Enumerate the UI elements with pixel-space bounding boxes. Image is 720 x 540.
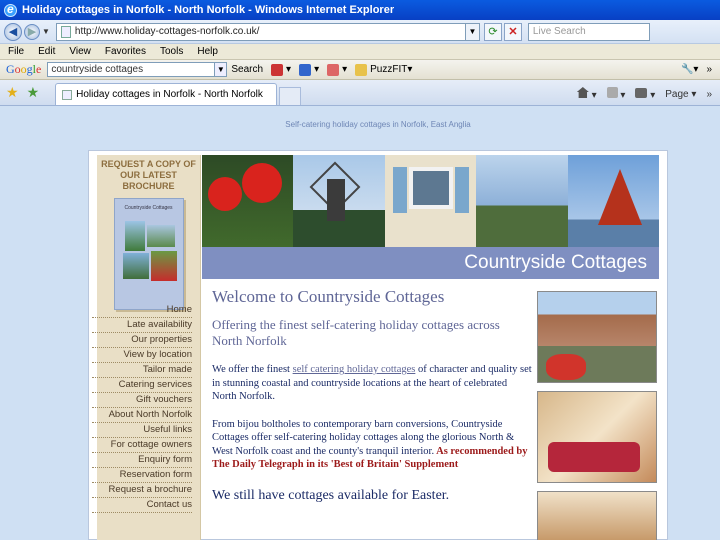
toolbar-button[interactable]: ▾: [327, 63, 347, 76]
second-paragraph: From bijou boltholes to contemporary bar…: [212, 418, 528, 471]
live-search-input[interactable]: Live Search: [527, 22, 650, 41]
nav-for-cottage-owners[interactable]: For cottage owners: [92, 438, 192, 453]
sailboat-photo: [567, 155, 660, 247]
refresh-button[interactable]: ⟳: [483, 22, 502, 41]
nav-catering-services[interactable]: Catering services: [92, 378, 192, 393]
sidebar: REQUEST A COPY OF OUR LATEST BROCHURE Co…: [92, 155, 201, 540]
brochure-photo: [150, 251, 177, 281]
brochure-photo: [124, 221, 145, 251]
nav-view-by-location[interactable]: View by location: [92, 348, 192, 363]
wrench-icon[interactable]: 🔧▾: [681, 64, 698, 75]
menu-favorites[interactable]: Favorites: [105, 46, 146, 57]
url-field[interactable]: http://www.holiday-cottages-norfolk.co.u…: [55, 22, 466, 41]
menu-edit[interactable]: Edit: [38, 46, 55, 57]
google-search-dropdown-icon[interactable]: ▼: [215, 62, 228, 77]
window-title-bar: Holiday cottages in Norfolk - North Norf…: [0, 0, 720, 20]
internet-explorer-icon: [4, 2, 17, 17]
nav-gift-vouchers[interactable]: Gift vouchers: [92, 393, 192, 408]
puzzle-icon: [355, 63, 368, 76]
intro-paragraph: We offer the finest self catering holida…: [212, 364, 532, 402]
url-text: http://www.holiday-cottages-norfolk.co.u…: [74, 26, 260, 37]
back-button[interactable]: ◀: [4, 22, 22, 41]
site-page: REQUEST A COPY OF OUR LATEST BROCHURE Co…: [88, 150, 668, 540]
brochure-photo: [122, 253, 149, 279]
nav-about-north-norfolk[interactable]: About North Norfolk: [92, 408, 192, 423]
tab-label: Holiday cottages in Norfolk - North Norf…: [76, 89, 263, 100]
page-title: Welcome to Countryside Cottages: [212, 287, 445, 306]
feeds-icon[interactable]: ▾: [606, 87, 625, 101]
kitchen-photo: [537, 491, 657, 540]
toolbar-button[interactable]: ▾: [271, 63, 291, 76]
page-menu-button[interactable]: Page ▾: [665, 89, 696, 100]
toolbar-button[interactable]: ▾: [299, 63, 319, 76]
brochure-photo: [146, 225, 175, 247]
add-icon: [299, 63, 312, 76]
tab-bar: ★ ★ Holiday cottages in Norfolk - North …: [0, 80, 720, 106]
address-bar: ◀ ▶ ▼ http://www.holiday-cottages-norfol…: [0, 20, 720, 44]
page-icon: [60, 25, 71, 38]
favorites-star-icon[interactable]: ★: [6, 84, 19, 101]
banner-title: Countryside Cottages: [202, 247, 659, 279]
tab-active[interactable]: Holiday cottages in Norfolk - North Norf…: [55, 83, 278, 105]
nav-contact-us[interactable]: Contact us: [92, 498, 192, 513]
brochure-title: Countryside Cottages: [124, 205, 173, 211]
toolbar-chevron-icon[interactable]: »: [706, 64, 712, 75]
nav-request-brochure[interactable]: Request a brochure: [92, 483, 192, 498]
stop-button[interactable]: ✕: [503, 22, 522, 41]
history-dropdown-icon[interactable]: ▼: [42, 27, 50, 36]
google-logo: Google: [6, 62, 42, 76]
page-subtitle: Offering the finest self-catering holida…: [212, 317, 500, 348]
site-tagline: Self-catering holiday cottages in Norfol…: [285, 120, 471, 129]
shield-icon: [327, 63, 340, 76]
window-title: Holiday cottages in Norfolk - North Norf…: [22, 4, 395, 16]
popup-blocker-icon: [271, 63, 284, 76]
main-content: Welcome to Countryside Cottages Offering…: [212, 287, 532, 504]
reeds-photo: [476, 155, 568, 247]
banner-photos: [202, 155, 660, 247]
availability-notice: We still have cottages available for Eas…: [212, 487, 450, 503]
google-toolbar: Google countryside cottages ▼ Search ▾ ▾…: [0, 60, 720, 80]
google-search-input[interactable]: countryside cottages: [47, 62, 216, 77]
puzzfit-button[interactable]: PuzzFIT ▾: [355, 63, 412, 76]
brochure-image[interactable]: Countryside Cottages: [113, 198, 184, 310]
url-dropdown-icon[interactable]: ▼: [465, 22, 480, 41]
menu-tools[interactable]: Tools: [160, 46, 183, 57]
nav-tailor-made[interactable]: Tailor made: [92, 363, 192, 378]
menu-file[interactable]: File: [8, 46, 24, 57]
nav-home[interactable]: Home: [92, 303, 192, 318]
site-nav: Home Late availability Our properties Vi…: [92, 303, 192, 513]
nav-late-availability[interactable]: Late availability: [92, 318, 192, 333]
nav-reservation-form[interactable]: Reservation form: [92, 468, 192, 483]
windmill-photo: [293, 155, 385, 247]
self-catering-link[interactable]: self catering holiday cottages: [293, 364, 416, 375]
new-tab-button[interactable]: [279, 87, 302, 105]
brochure-heading[interactable]: REQUEST A COPY OF OUR LATEST BROCHURE: [97, 155, 200, 192]
nav-useful-links[interactable]: Useful links: [92, 423, 192, 438]
web-viewport: Self-catering holiday cottages in Norfol…: [0, 106, 720, 540]
home-icon[interactable]: ▾: [576, 87, 597, 101]
menu-view[interactable]: View: [69, 46, 91, 57]
toolbar-chevron-icon[interactable]: »: [706, 89, 712, 100]
command-bar: ▾ ▾ ▾ Page ▾ »: [567, 83, 720, 105]
add-favorites-icon[interactable]: ★: [27, 84, 40, 101]
menu-bar: File Edit View Favorites Tools Help: [0, 44, 720, 60]
forward-button[interactable]: ▶: [24, 23, 40, 40]
google-search-button[interactable]: Search: [231, 64, 263, 75]
page-icon: [62, 89, 73, 100]
courtyard-photo: [537, 291, 657, 383]
nav-enquiry-form[interactable]: Enquiry form: [92, 453, 192, 468]
nav-our-properties[interactable]: Our properties: [92, 333, 192, 348]
cottage-window-photo: [384, 155, 477, 247]
bedroom-photo: [537, 391, 657, 483]
poppies-photo: [202, 155, 294, 247]
menu-help[interactable]: Help: [197, 46, 218, 57]
site-banner: Countryside Cottages: [202, 155, 660, 279]
print-icon[interactable]: ▾: [635, 87, 655, 101]
